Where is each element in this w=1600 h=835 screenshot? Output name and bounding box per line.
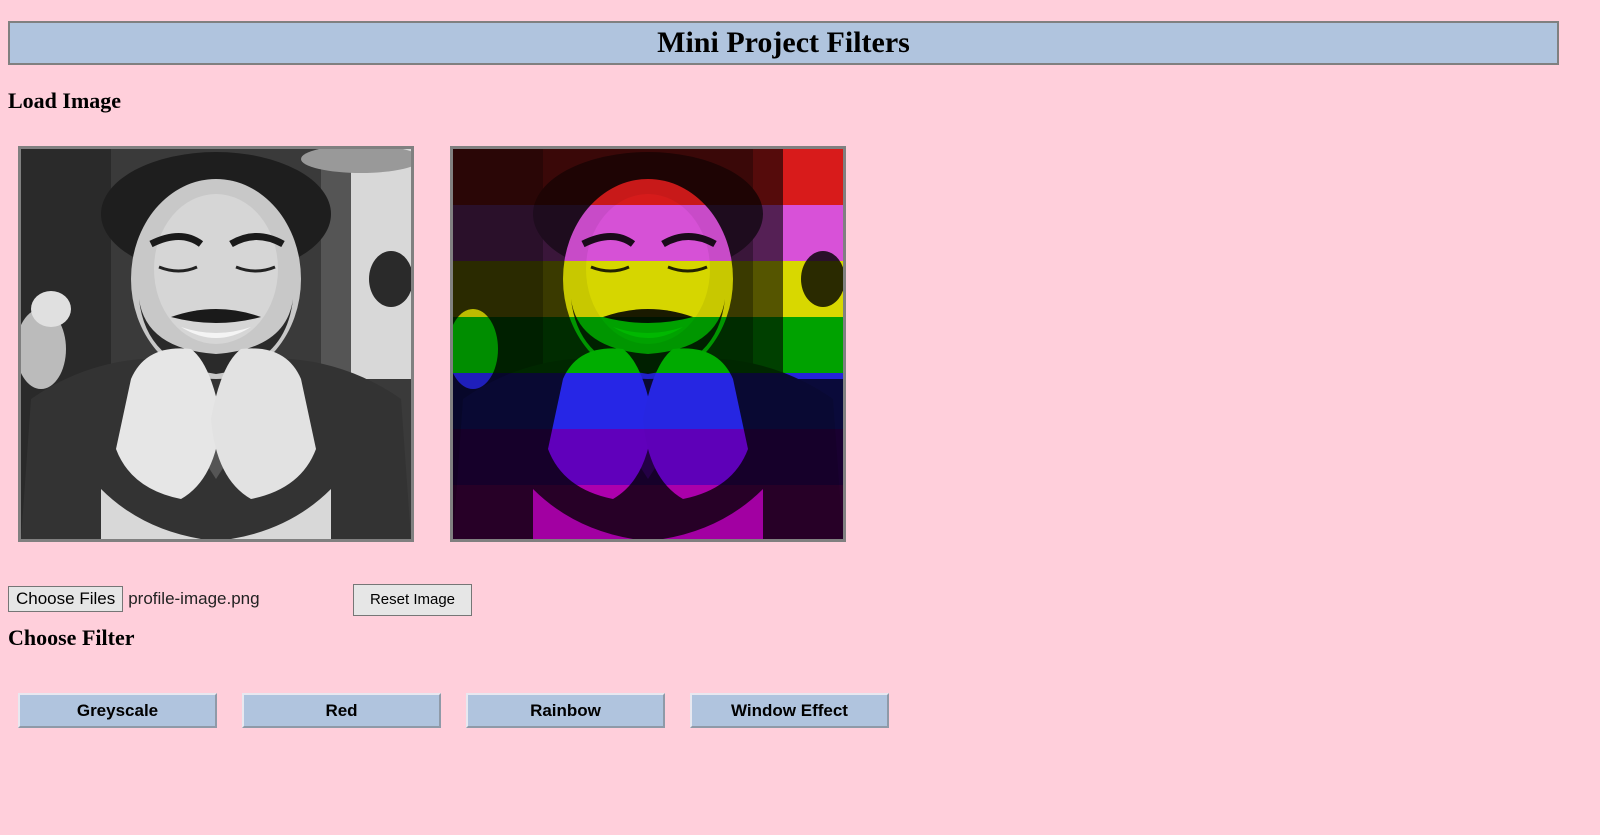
reset-image-button[interactable]: Reset Image xyxy=(353,584,472,616)
greyscale-filter-button[interactable]: Greyscale xyxy=(18,693,217,728)
load-image-heading: Load Image xyxy=(8,88,122,113)
rainbow-filtered-photo xyxy=(453,149,843,539)
file-input[interactable]: Choose Files profile-image.png xyxy=(8,586,260,612)
red-filter-button[interactable]: Red xyxy=(242,693,441,728)
greyscale-photo xyxy=(21,149,411,539)
filtered-image-canvas xyxy=(450,146,846,542)
page-title: Mini Project Filters xyxy=(8,21,1559,65)
choose-files-button[interactable]: Choose Files xyxy=(8,586,124,612)
selected-file-name: profile-image.png xyxy=(128,589,260,608)
original-image-canvas xyxy=(18,146,414,542)
rainbow-filter-button[interactable]: Rainbow xyxy=(466,693,665,728)
choose-filter-heading: Choose Filter xyxy=(8,625,135,650)
window-effect-filter-button[interactable]: Window Effect xyxy=(690,693,889,728)
